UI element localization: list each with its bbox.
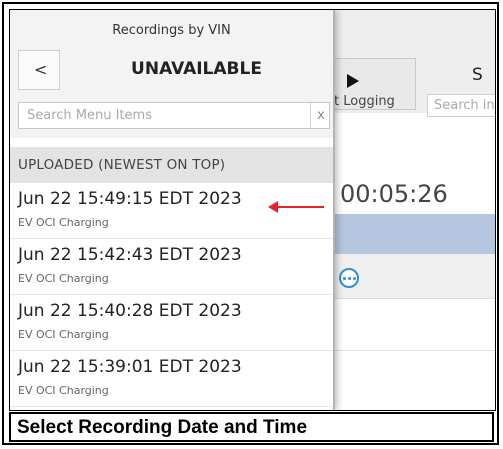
section-header-label: UPLOADED (NEWEST ON TOP) (18, 157, 226, 173)
close-icon[interactable]: x (310, 103, 331, 128)
screenshot-area: t Logging S Search in 00:05:26 Recording… (9, 9, 496, 411)
start-logging-label: t Logging (334, 94, 395, 109)
search-menu-input[interactable] (19, 103, 307, 128)
recording-item[interactable]: Jun 22 15:39:01 EDT 2023 EV OCI Charging (10, 351, 333, 407)
arrow-head (268, 201, 278, 213)
panel-header: Recordings by VIN < UNAVAILABLE x (10, 10, 333, 138)
recording-type: EV OCI Charging (18, 328, 109, 341)
row-divider (330, 350, 495, 351)
background-search-placeholder: Search in (434, 98, 495, 113)
recording-type: EV OCI Charging (18, 216, 109, 229)
background-header-letter: S (472, 65, 483, 85)
caption-text: Select Recording Date and Time (17, 417, 308, 438)
chevron-left-icon: < (34, 60, 48, 79)
play-icon (347, 74, 359, 88)
recording-date: Jun 22 15:40:28 EDT 2023 (18, 301, 242, 321)
selected-row-band (330, 214, 495, 254)
recording-type: EV OCI Charging (18, 384, 109, 397)
panel-title: Recordings by VIN (112, 23, 231, 38)
elapsed-time: 00:05:26 (340, 180, 448, 208)
arrow-shaft (276, 206, 324, 208)
more-options-icon[interactable] (339, 268, 359, 288)
background-search-input[interactable]: Search in (427, 94, 495, 117)
caption-box: Select Recording Date and Time (9, 412, 494, 442)
back-button[interactable]: < (18, 50, 60, 90)
recording-date: Jun 22 15:39:01 EDT 2023 (18, 357, 242, 377)
recording-item[interactable]: Jun 22 15:40:28 EDT 2023 EV OCI Charging (10, 295, 333, 351)
recordings-list: Jun 22 15:49:15 EDT 2023 EV OCI Charging… (10, 183, 333, 407)
recording-type: EV OCI Charging (18, 272, 109, 285)
recording-date: Jun 22 15:42:43 EDT 2023 (18, 245, 242, 265)
red-arrow-left-icon (268, 201, 324, 213)
vin-value: UNAVAILABLE (131, 59, 262, 79)
recordings-dropdown-panel: Recordings by VIN < UNAVAILABLE x UPLOAD… (10, 10, 335, 410)
recording-item[interactable]: Jun 22 15:42:43 EDT 2023 EV OCI Charging (10, 239, 333, 295)
search-menu-box: x (18, 102, 330, 129)
section-header: UPLOADED (NEWEST ON TOP) (10, 147, 333, 183)
recording-date: Jun 22 15:49:15 EDT 2023 (18, 189, 242, 209)
